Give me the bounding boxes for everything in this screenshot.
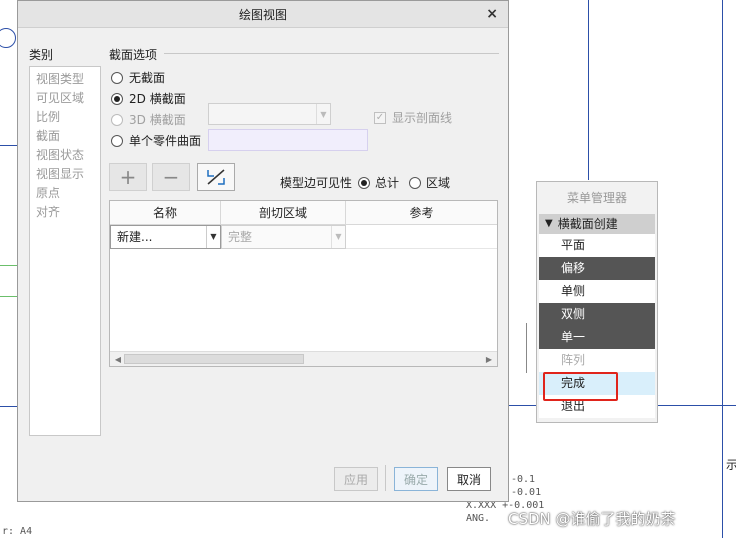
remove-section-button[interactable]: − — [152, 163, 190, 191]
checkbox-disabled[interactable]: ✓ — [374, 111, 386, 124]
flip-arrow-icon — [207, 169, 225, 185]
option-2d-section[interactable]: 2D 横截面 — [111, 90, 186, 107]
category-item-view-state[interactable]: 视图状态 — [30, 146, 100, 165]
horizontal-scrollbar[interactable]: ◀ ▶ — [110, 351, 497, 366]
category-label: 类别 — [29, 48, 54, 62]
section-region-value: 完整 — [228, 230, 253, 244]
menu-section-label: 横截面创建 — [557, 217, 618, 231]
radio-button[interactable] — [111, 134, 123, 147]
drawing-border-line — [588, 0, 589, 180]
radio-button-selected[interactable] — [111, 92, 123, 105]
chevron-down-icon: ▼ — [316, 104, 330, 124]
menu-item-both-sides[interactable]: 双侧 — [539, 303, 655, 326]
option-3d-section[interactable]: 3D 横截面 — [111, 111, 186, 128]
cancel-button[interactable]: 取消 — [447, 467, 491, 491]
category-list: 视图类型 可见区域 比例 截面 视图状态 视图显示 原点 对齐 — [29, 66, 101, 436]
option-label: 2D 横截面 — [129, 92, 186, 106]
drawing-border-line — [526, 323, 527, 373]
category-item-scale[interactable]: 比例 — [30, 108, 100, 127]
3d-section-dropdown[interactable]: ▼ — [208, 103, 331, 125]
watermark: CSDN @谁偷了我的奶茶 — [508, 510, 676, 528]
menu-item-done[interactable]: 完成 — [539, 372, 655, 395]
dialog-title: 绘图视图 — [238, 7, 287, 22]
section-name-value: 新建... — [117, 230, 153, 244]
column-header-name[interactable]: 名称 — [110, 201, 221, 225]
ok-button[interactable]: 确定 — [394, 467, 438, 491]
section-name-dropdown[interactable]: 新建... ▼ — [110, 225, 221, 249]
option-single-surface[interactable]: 单个零件曲面 — [111, 132, 201, 149]
category-item-visible-area[interactable]: 可见区域 — [30, 89, 100, 108]
radio-area[interactable] — [409, 176, 422, 189]
circle-mark — [0, 28, 16, 48]
column-header-region[interactable]: 剖切区域 — [221, 201, 346, 225]
table-header: 名称 剖切区域 参考 — [110, 201, 497, 225]
category-item-view-display[interactable]: 视图显示 — [30, 165, 100, 184]
tolerance-line-1: -0.1 — [511, 474, 536, 485]
option-label: 无截面 — [129, 71, 166, 85]
drawing-border-line — [0, 145, 17, 146]
drawing-border-line — [658, 405, 736, 406]
category-item-section[interactable]: 截面 — [30, 127, 100, 146]
drawing-border-line — [0, 265, 17, 266]
sheet-size-label: r: A4 — [2, 526, 33, 537]
plus-icon: + — [119, 165, 137, 189]
ang-label: ANG. — [466, 513, 491, 524]
menu-item-quit[interactable]: 退出 — [539, 395, 655, 418]
chevron-down-icon: ▼ — [206, 226, 220, 248]
model-edge-visibility: 模型边可见性 总计 区域 — [280, 174, 450, 191]
add-section-button[interactable]: + — [109, 163, 147, 191]
apply-button[interactable]: 应用 — [334, 467, 378, 491]
column-header-reference[interactable]: 参考 — [346, 201, 497, 225]
show-hatch-label: 显示剖面线 — [392, 111, 453, 125]
drawing-border-line — [509, 405, 536, 406]
section-table: 名称 剖切区域 参考 新建... ▼ 完整 ▼ ◀ ▶ — [109, 200, 498, 367]
menu-item-single[interactable]: 单一 — [539, 326, 655, 349]
radio-button[interactable] — [111, 71, 123, 84]
category-item-origin[interactable]: 原点 — [30, 184, 100, 203]
option-label: 3D 横截面 — [129, 113, 186, 127]
menu-item-one-side[interactable]: 单侧 — [539, 280, 655, 303]
scroll-thumb[interactable] — [124, 354, 304, 364]
option-no-section[interactable]: 无截面 — [111, 69, 165, 86]
section-region-dropdown[interactable]: 完整 ▼ — [221, 225, 346, 249]
menu-manager: 菜单管理器 ▼ 横截面创建 平面 偏移 单侧 双侧 单一 阵列 完成 退出 — [536, 181, 658, 423]
section-options-title: 截面选项 — [109, 48, 158, 62]
triangle-down-icon: ▼ — [545, 218, 553, 229]
tolerance-line-2: -0.01 — [511, 487, 542, 498]
table-row: 新建... ▼ 完整 ▼ — [110, 225, 497, 249]
minus-icon: − — [162, 165, 180, 189]
dialog-titlebar[interactable]: 绘图视图 × — [18, 1, 508, 28]
menu-item-offset[interactable]: 偏移 — [539, 257, 655, 280]
menu-item-planar[interactable]: 平面 — [539, 234, 655, 257]
menu-section-header[interactable]: ▼ 横截面创建 — [539, 214, 655, 234]
drawing-border-line — [0, 296, 17, 297]
show-hatch-checkbox-row[interactable]: ✓ 显示剖面线 — [374, 109, 452, 126]
category-item-view-type[interactable]: 视图类型 — [30, 70, 100, 89]
visibility-total-label: 总计 — [375, 176, 400, 190]
drawing-view-dialog: 绘图视图 × 类别 视图类型 可见区域 比例 截面 视图状态 视图显示 原点 对… — [17, 0, 509, 502]
close-icon[interactable]: × — [486, 6, 498, 22]
section-divider — [164, 53, 499, 54]
surface-collector-field[interactable] — [208, 129, 368, 151]
option-label: 单个零件曲面 — [129, 134, 202, 148]
drawing-border-line — [722, 0, 723, 538]
drawing-border-line — [0, 406, 17, 407]
scroll-left-icon[interactable]: ◀ — [112, 354, 124, 364]
section-reference-cell[interactable] — [346, 225, 497, 249]
scroll-right-icon[interactable]: ▶ — [483, 354, 495, 364]
menu-manager-title: 菜单管理器 — [566, 191, 627, 205]
radio-total-selected[interactable] — [358, 176, 371, 189]
visibility-area-label: 区域 — [426, 176, 451, 190]
chevron-down-icon: ▼ — [331, 226, 345, 248]
right-edge-label: 示 — [726, 458, 736, 472]
footer-divider — [385, 465, 386, 491]
visibility-label: 模型边可见性 — [280, 176, 353, 190]
category-item-alignment[interactable]: 对齐 — [30, 203, 100, 222]
flip-arrow-button[interactable] — [197, 163, 235, 191]
menu-item-pattern[interactable]: 阵列 — [539, 349, 655, 372]
radio-button-disabled[interactable] — [111, 113, 123, 126]
